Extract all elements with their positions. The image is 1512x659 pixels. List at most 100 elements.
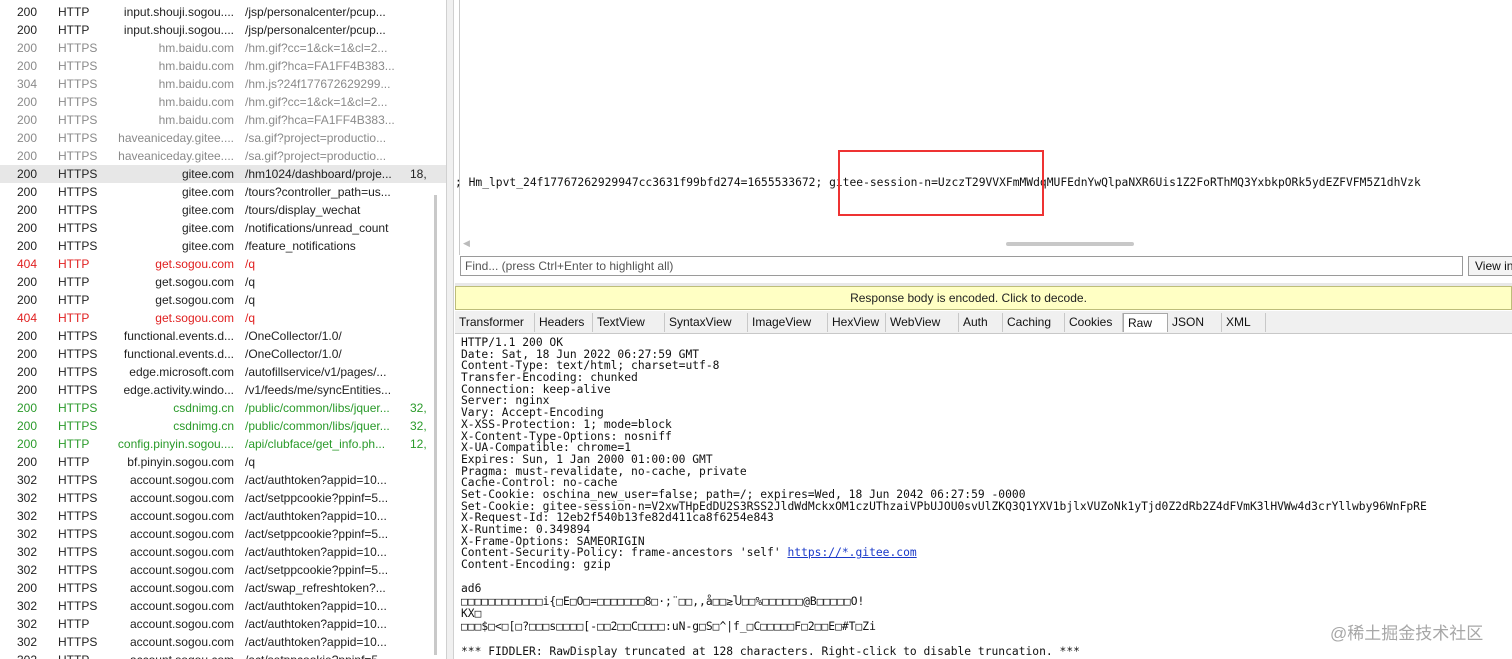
session-row[interactable]: 200 HTTP bf.pinyin.sogou.com/q	[0, 453, 446, 471]
session-row[interactable]: 302 HTTPS account.sogou.com/act/setppcooki…	[0, 561, 446, 579]
session-host: hm.baidu.com	[158, 41, 234, 55]
session-row[interactable]: 302 HTTPS account.sogou.com/act/authtoken?…	[0, 543, 446, 561]
session-host: get.sogou.com	[155, 311, 234, 325]
session-row[interactable]: 200 HTTP get.sogou.com/q	[0, 291, 446, 309]
session-status-code: 302	[17, 509, 38, 523]
session-host: bf.pinyin.sogou.com	[127, 455, 234, 469]
tab-json[interactable]: JSON	[1168, 313, 1222, 332]
session-row[interactable]: 200 HTTPS edge.activity.windo... /v1/feeds/…	[0, 381, 446, 399]
session-host: hm.baidu.com	[158, 59, 234, 73]
session-protocol: HTTPS	[58, 329, 98, 343]
session-status-code: 302	[17, 491, 38, 505]
session-row[interactable]: 404 HTTP get.sogou.com/q	[0, 255, 446, 273]
session-list-scrollbar[interactable]	[434, 195, 437, 655]
session-row[interactable]: 302 HTTPS account.sogou.com/act/authtoken?…	[0, 597, 446, 615]
scroll-left-arrow-icon[interactable]: ◀	[463, 238, 470, 249]
session-row[interactable]: 200 HTTP get.sogou.com/q	[0, 273, 446, 291]
session-status-code: 200	[17, 59, 38, 73]
session-url: /tours?controller_path=us...	[245, 185, 391, 199]
tab-xml[interactable]: XML	[1222, 313, 1266, 332]
horizontal-scrollbar[interactable]	[1006, 242, 1134, 246]
tab-imageview[interactable]: ImageView	[748, 313, 828, 332]
session-status-code: 302	[17, 651, 47, 659]
session-row[interactable]: 200 HTTP input.shouji.sogou.... /jsp/person…	[0, 21, 446, 39]
session-body-size: 12,	[410, 437, 427, 451]
session-status-code: 200	[17, 131, 38, 145]
session-url: /q	[245, 257, 256, 271]
session-status-code: 200	[17, 5, 38, 19]
session-row[interactable]: 200 HTTP config.pinyin.sogou.... /api/clubf…	[0, 435, 446, 453]
session-row[interactable]: 404 HTTP get.sogou.com/q	[0, 309, 446, 327]
session-status-code: 200	[17, 455, 38, 469]
session-url: /act/authtoken?appid=10...	[245, 599, 387, 613]
csp-link[interactable]: https://*.gitee.com	[787, 546, 916, 559]
tab-textview[interactable]: TextView	[593, 313, 665, 332]
session-host: account.sogou.com	[129, 491, 234, 505]
session-protocol: HTTPS	[58, 239, 98, 253]
session-row[interactable]: 302 HTTPS account.sogou.com/act/setppcooki…	[0, 525, 446, 543]
session-url: /q	[245, 455, 256, 469]
session-row[interactable]: 200 HTTPS gitee.com/feature_notifications	[0, 237, 446, 255]
session-row[interactable]: 200 HTTPS haveaniceday.gitee.... /sa.gif?pr…	[0, 129, 446, 147]
session-row[interactable]: 200 HTTPS haveaniceday.gitee.... /sa.gif?pr…	[0, 147, 446, 165]
session-row[interactable]: 200 HTTPS gitee.com/tours/display_wechat	[0, 201, 446, 219]
session-host: edge.activity.windo...	[123, 383, 234, 397]
session-status-code: 302	[17, 473, 38, 487]
session-row[interactable]: 200 HTTPS csdnimg.cn/public/common/libs/jq…	[0, 399, 446, 417]
session-row[interactable]: 200 HTTPS gitee.com/tours?controller_path=…	[0, 183, 446, 201]
tab-caching[interactable]: Caching	[1003, 313, 1065, 332]
tab-auth[interactable]: Auth	[959, 313, 1003, 332]
session-row[interactable]: 200 HTTPS gitee.com/hm1024/dashboard/proje…	[0, 165, 446, 183]
session-status-code: 200	[17, 347, 38, 361]
session-protocol: HTTPS	[58, 473, 98, 487]
session-status-code: 302	[17, 635, 38, 649]
session-row[interactable]: 302 HTTPaccount.sogou.com/act/setppcookie…	[0, 651, 446, 659]
session-row[interactable]: 200 HTTPS hm.baidu.com/hm.gif?hca=FA1FF4B3…	[0, 57, 446, 75]
session-status-code: 200	[17, 95, 38, 109]
session-row[interactable]: 304 HTTPS hm.baidu.com/hm.js?24f1776726292…	[0, 75, 446, 93]
session-row[interactable]: 200 HTTPS edge.microsoft.com/autofillservi…	[0, 363, 446, 381]
view-in-button[interactable]: View in	[1468, 256, 1512, 276]
session-row[interactable]: 302 HTTPS account.sogou.com/act/authtoken?…	[0, 471, 446, 489]
session-row[interactable]: 200 HTTPS csdnimg.cn/public/common/libs/jq…	[0, 417, 446, 435]
session-body-size: 32,	[410, 419, 427, 433]
tab-raw[interactable]: Raw	[1123, 313, 1168, 332]
session-row[interactable]: 200 HTTPS hm.baidu.com/hm.gif?cc=1&ck=1&cl…	[0, 93, 446, 111]
session-row[interactable]: 200 HTTPS functional.events.d... /OneCollec…	[0, 327, 446, 345]
session-row[interactable]: 200 HTTP input.shouji.sogou.... /jsp/person…	[0, 3, 446, 21]
tab-cookies[interactable]: Cookies	[1065, 313, 1123, 332]
tab-transformer[interactable]: Transformer	[455, 313, 535, 332]
tab-syntaxview[interactable]: SyntaxView	[665, 313, 748, 332]
session-host: account.sogou.com	[129, 563, 234, 577]
session-url: /act/setppcookie?ppinf=5...	[245, 527, 389, 541]
session-row[interactable]: 200 HTTPS account.sogou.com/act/swap_refre…	[0, 579, 446, 597]
session-row[interactable]: 200 HTTPS gitee.com/notifications/unread_c…	[0, 219, 446, 237]
session-status-code: 302	[17, 527, 38, 541]
session-status-code: 200	[17, 581, 38, 595]
response-body-line: ad6	[461, 582, 482, 595]
session-row[interactable]: 302 HTTP account.sogou.com/act/authtoken?a…	[0, 615, 446, 633]
find-input[interactable]: Find... (press Ctrl+Enter to highlight a…	[460, 256, 1463, 276]
session-row[interactable]: 200 HTTPS hm.baidu.com/hm.gif?cc=1&ck=1&cl…	[0, 39, 446, 57]
session-status-code: 200	[17, 383, 38, 397]
session-status-code: 200	[17, 437, 38, 451]
session-row[interactable]: 302 HTTPS account.sogou.com/act/setppcooki…	[0, 489, 446, 507]
tab-webview[interactable]: WebView	[886, 313, 959, 332]
session-row[interactable]: 200 HTTPS functional.events.d... /OneCollec…	[0, 345, 446, 363]
session-row[interactable]: 302 HTTPS account.sogou.com/act/authtoken?…	[0, 633, 446, 651]
session-row[interactable]: 200 HTTPS hm.baidu.com/hm.gif?hca=FA1FF4B3…	[0, 111, 446, 129]
session-url: /jsp/personalcenter/pcup...	[245, 5, 386, 19]
tab-hexview[interactable]: HexView	[828, 313, 886, 332]
session-url: /act/swap_refreshtoken?...	[245, 581, 386, 595]
session-url: /act/setppcookie?ppinf=5...	[245, 563, 389, 577]
tab-headers[interactable]: Headers	[535, 313, 593, 332]
session-host: hm.baidu.com	[158, 95, 234, 109]
session-protocol: HTTP	[58, 275, 90, 289]
session-url: /feature_notifications	[245, 239, 356, 253]
session-status-code: 200	[17, 167, 38, 181]
pane-splitter[interactable]	[446, 0, 454, 659]
decode-banner[interactable]: Response body is encoded. Click to decod…	[455, 286, 1512, 310]
session-row[interactable]: 302 HTTPS account.sogou.com/act/authtoken?…	[0, 507, 446, 525]
session-host: account.sogou.com	[129, 581, 234, 595]
session-url: /hm1024/dashboard/proje...	[245, 167, 392, 181]
